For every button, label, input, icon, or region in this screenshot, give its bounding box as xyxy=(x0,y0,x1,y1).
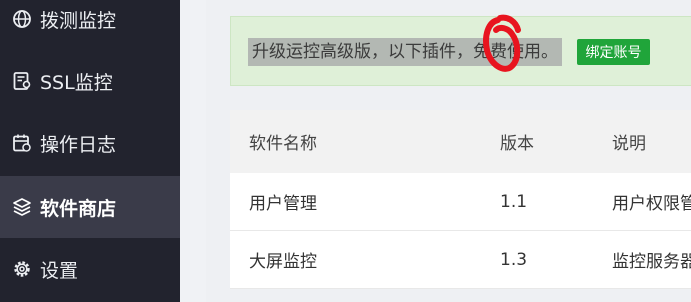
header-software-name: 软件名称 xyxy=(249,134,317,154)
header-description: 说明 xyxy=(612,134,646,154)
sidebar-item-label: SSL监控 xyxy=(40,71,113,94)
plugin-table: 软件名称 版本 说明 用户管理 1.1 用户权限管 大屏监控 1.3 监控服务器 xyxy=(230,110,691,289)
sidebar-item-settings[interactable]: 设置 xyxy=(0,238,180,300)
main-content: 升级运控高级版，以下插件，免费使用。 绑定账号 软件名称 版本 说明 用户管理 … xyxy=(206,0,691,302)
sidebar: 拨测监控 SSL监控 操作日志 软件商店 设置 xyxy=(0,0,180,302)
sidebar-item-operation-log[interactable]: 操作日志 xyxy=(0,112,180,174)
sidebar-item-label: 设置 xyxy=(40,259,79,282)
cell-software-name: 大屏监控 xyxy=(249,252,317,272)
table-header: 软件名称 版本 说明 xyxy=(230,110,691,173)
cell-description: 用户权限管 xyxy=(612,194,691,214)
sidebar-item-dial-monitor[interactable]: 拨测监控 xyxy=(0,0,180,50)
header-version: 版本 xyxy=(500,134,534,154)
upgrade-notice: 升级运控高级版，以下插件，免费使用。 绑定账号 xyxy=(230,16,691,86)
sidebar-item-software-store[interactable]: 软件商店 xyxy=(0,176,180,238)
bind-account-button[interactable]: 绑定账号 xyxy=(577,39,650,65)
sidebar-item-label: 操作日志 xyxy=(40,133,117,156)
globe-icon xyxy=(13,10,31,28)
cell-software-name: 用户管理 xyxy=(249,194,317,214)
calendar-log-icon xyxy=(13,134,31,152)
sidebar-item-label: 软件商店 xyxy=(40,197,117,220)
cell-description: 监控服务器 xyxy=(612,252,691,272)
content-gutter xyxy=(180,0,206,302)
cell-version: 1.1 xyxy=(500,191,528,212)
certificate-icon xyxy=(13,72,31,90)
table-row[interactable]: 大屏监控 1.3 监控服务器 xyxy=(230,231,691,289)
sidebar-item-ssl-monitor[interactable]: SSL监控 xyxy=(0,50,180,112)
gear-icon xyxy=(14,261,30,277)
sidebar-item-label: 拨测监控 xyxy=(40,9,117,32)
layers-icon xyxy=(13,198,31,216)
table-row[interactable]: 用户管理 1.1 用户权限管 xyxy=(230,173,691,231)
red-circle-annotation xyxy=(483,14,521,72)
cell-version: 1.3 xyxy=(500,249,528,270)
